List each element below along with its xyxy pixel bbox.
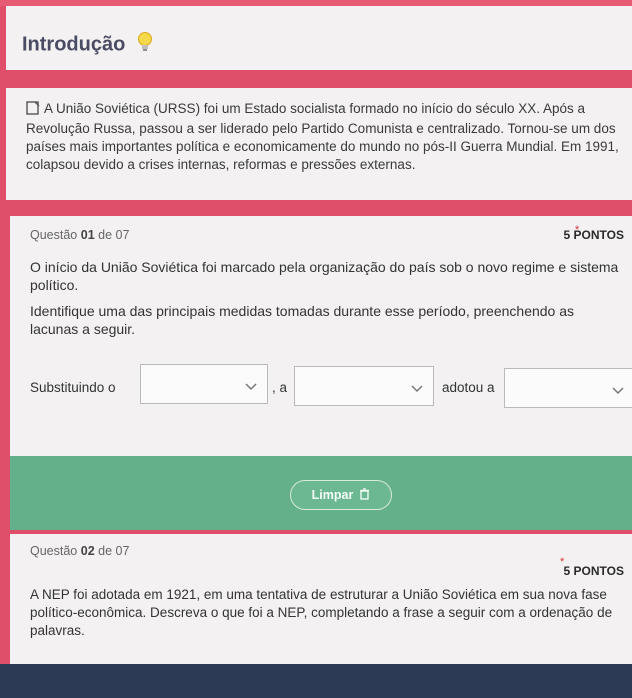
blank-text-1: Substituindo o [30,380,116,395]
blank-select-1[interactable] [140,364,268,404]
blank-text-2: , a [272,380,288,395]
chevron-down-icon [612,382,624,400]
question-1-prompt-intro: O início da União Soviética foi marcado … [30,259,619,293]
chevron-down-icon [411,380,423,398]
question-2-card: Questão 02 de 07 * 5 PONTOS A NEP foi ad… [10,534,632,664]
clear-button-label: Limpar [311,488,354,502]
fill-in-blanks-row: Substituindo o , a adotou a [30,364,632,414]
question-1-counter: Questão 01 de 07 [30,228,129,242]
trash-icon [359,487,370,503]
question-label: Questão [30,228,78,242]
question-number: 02 [80,544,95,558]
question-2-prompt: A NEP foi adotada em 1921, em uma tentat… [30,587,613,638]
intro-paragraph-text: A União Soviética (URSS) foi um Estado s… [26,101,619,172]
bottom-band [0,664,632,698]
question-2-counter: Questão 02 de 07 [30,544,129,558]
chevron-down-icon [245,378,257,396]
blank-select-3[interactable] [504,368,632,408]
intro-header-card: Introdução [6,6,632,70]
document-icon [26,101,40,120]
question-label: Questão [30,544,78,558]
question-1-card: Questão 01 de 07 * 5 PONTOS O início da … [10,216,632,456]
blank-select-2[interactable] [294,366,434,406]
question-1-action-bar: Limpar [10,456,632,530]
intro-title: Introdução [22,32,153,58]
intro-paragraph: A União Soviética (URSS) foi um Estado s… [26,100,626,174]
intro-text-card: A União Soviética (URSS) foi um Estado s… [6,88,632,200]
question-total: de 07 [98,544,130,558]
lightbulb-icon [137,32,153,58]
clear-button[interactable]: Limpar [290,480,392,510]
question-2-points: 5 PONTOS [563,564,624,578]
question-1-prompt-instruction: Identifique uma das principais medidas t… [30,303,575,337]
blank-text-3: adotou a [442,380,495,395]
question-total: de 07 [98,228,130,242]
question-1-points: 5 PONTOS [563,228,624,242]
intro-title-text: Introdução [22,33,126,56]
question-number: 01 [80,228,95,242]
